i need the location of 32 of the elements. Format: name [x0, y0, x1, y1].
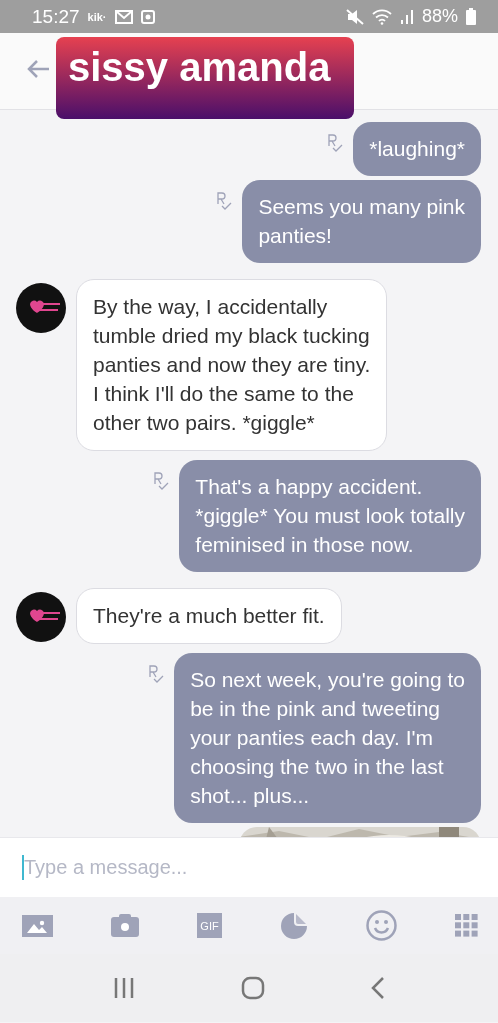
- app-label: kik·: [87, 10, 107, 23]
- read-receipt-icon: [216, 192, 233, 210]
- back-icon[interactable]: [26, 59, 50, 79]
- gallery-icon[interactable]: [22, 914, 53, 937]
- home-icon[interactable]: [241, 976, 265, 1000]
- signal-icon: [399, 8, 414, 25]
- gif-button[interactable]: GIF: [197, 913, 222, 938]
- battery-icon: [466, 8, 476, 25]
- message-bubble: That's a happy accident. *giggle* You must look totally feminised in those now.: [179, 460, 481, 572]
- read-receipt-icon: [327, 134, 344, 152]
- message-bubble: So next week, you're going to be in the pink and tweeting your panties each day. I'm choosing the two in the last shot... plus...: [174, 653, 481, 823]
- battery-percent: 88%: [421, 6, 458, 27]
- message-bubble: *laughing*: [353, 122, 481, 176]
- mute-icon: [345, 8, 364, 25]
- chat-title: sissy amanda: [56, 37, 355, 119]
- message-bubble: Seems you many pink panties!: [242, 180, 481, 263]
- status-time: 15:27: [32, 5, 80, 28]
- message-input[interactable]: Type a message...: [22, 855, 426, 880]
- message-composer[interactable]: Type a message...: [0, 837, 498, 897]
- camera-icon[interactable]: [111, 914, 139, 937]
- message-bubble: They're a much better fit.: [76, 588, 342, 644]
- emoji-icon[interactable]: [366, 910, 397, 941]
- recents-icon[interactable]: [113, 977, 135, 999]
- read-receipt-icon: [153, 472, 170, 490]
- read-receipt-icon: [148, 665, 165, 683]
- message-bubble: By the way, I accidentally tumble dried my black tucking panties and now they are tiny. I think I'll do the same to the other two pairs. *giggle*: [76, 279, 388, 451]
- back-nav-icon[interactable]: [371, 977, 385, 999]
- sticker-icon[interactable]: [280, 911, 308, 940]
- mail-icon: [114, 9, 133, 24]
- clock-icon: [140, 9, 155, 24]
- apps-icon[interactable]: [455, 914, 478, 937]
- wifi-icon: [371, 8, 392, 25]
